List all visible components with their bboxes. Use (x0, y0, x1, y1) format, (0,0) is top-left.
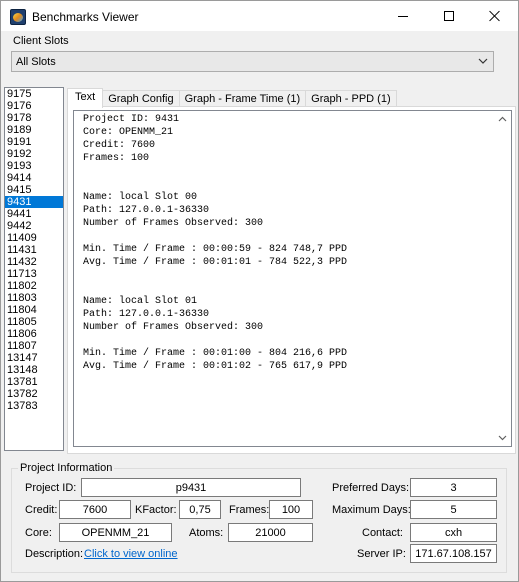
project-list-item[interactable]: 9442 (5, 220, 63, 232)
kfactor-label: KFactor: (135, 504, 177, 516)
project-list-item[interactable]: 9431 (5, 196, 63, 208)
close-icon (489, 10, 501, 22)
project-list-item[interactable]: 11431 (5, 244, 63, 256)
minimize-icon (398, 15, 408, 17)
report-line (83, 230, 347, 243)
report-line: Name: local Slot 00 (83, 192, 198, 203)
contact-field[interactable]: cxh (410, 523, 497, 542)
maximum-days-label: Maximum Days: (332, 504, 411, 516)
server-ip-label: Server IP: (357, 548, 406, 560)
project-list-item[interactable]: 11805 (5, 316, 63, 328)
project-list-item[interactable]: 9191 (5, 136, 63, 148)
benchmark-text-output[interactable]: Project ID: 9431 Core: OPENMM_21 Credit: 7… (73, 110, 512, 447)
project-list-item[interactable]: 9415 (5, 184, 63, 196)
core-label: Core: (25, 527, 52, 539)
project-list-item[interactable]: 11803 (5, 292, 63, 304)
project-id-field[interactable]: p9431 (81, 478, 301, 497)
view-tabs: Text Graph Config Graph - Frame Time (1)… (67, 88, 397, 108)
project-list-item[interactable]: 13781 (5, 376, 63, 388)
scroll-down-icon[interactable] (498, 433, 507, 442)
benchmarks-viewer-window: Benchmarks Viewer Client Slots All Slots… (0, 0, 519, 582)
project-list-item[interactable]: 11713 (5, 268, 63, 280)
project-list[interactable]: 9175 9176 9178 9189 9191 9192 9193 9414 9415 9431… (4, 87, 64, 451)
preferred-days-label: Preferred Days: (332, 482, 410, 494)
report-line: Number of Frames Observed: 300 (83, 218, 264, 229)
scroll-up-icon[interactable] (498, 115, 507, 124)
report-line: Min. Time / Frame : 00:00:59 - 824 748,7… (83, 244, 348, 255)
project-list-item[interactable]: 9192 (5, 148, 63, 160)
report-line: Path: 127.0.0.1-36330 (83, 205, 210, 216)
tab-text[interactable]: Text (67, 88, 104, 108)
project-list-item[interactable]: 11806 (5, 328, 63, 340)
atoms-field[interactable]: 21000 (228, 523, 313, 542)
project-list-item[interactable]: 9193 (5, 160, 63, 172)
report-line (83, 334, 347, 347)
client-slots-dropdown[interactable]: All Slots (11, 51, 494, 72)
maximum-days-field[interactable]: 5 (410, 500, 497, 519)
kfactor-field[interactable]: 0,75 (179, 500, 221, 519)
description-link[interactable]: Click to view online (84, 548, 178, 560)
benchmark-text: Project ID: 9431 Core: OPENMM_21 Credit: 7… (83, 113, 347, 373)
credit-field[interactable]: 7600 (59, 500, 131, 519)
project-list-item[interactable]: 9175 (5, 88, 63, 100)
report-line (83, 165, 347, 178)
project-list-item[interactable]: 9178 (5, 112, 63, 124)
project-list-item[interactable]: 9189 (5, 124, 63, 136)
contact-label: Contact: (362, 527, 403, 539)
client-slots-label: Client Slots (13, 35, 69, 47)
core-field[interactable]: OPENMM_21 (59, 523, 172, 542)
report-line (83, 178, 347, 191)
report-line (83, 282, 347, 295)
project-list-item[interactable]: 13147 (5, 352, 63, 364)
project-list-item[interactable]: 13148 (5, 364, 63, 376)
report-line: Number of Frames Observed: 300 (83, 322, 264, 333)
app-icon (10, 9, 26, 25)
project-list-item[interactable]: 11802 (5, 280, 63, 292)
credit-label: Credit: (25, 504, 58, 516)
frames-field[interactable]: 100 (269, 500, 313, 519)
report-line (83, 269, 347, 282)
vertical-scrollbar[interactable] (494, 111, 511, 446)
preferred-days-field[interactable]: 3 (410, 478, 497, 497)
client-slots-selected: All Slots (16, 55, 56, 68)
project-list-item[interactable]: 11804 (5, 304, 63, 316)
project-list-item[interactable]: 9441 (5, 208, 63, 220)
project-list-item[interactable]: 11807 (5, 340, 63, 352)
report-line: Credit: 7600 (83, 140, 156, 151)
window-title: Benchmarks Viewer (32, 10, 139, 24)
maximize-icon (444, 11, 454, 21)
report-line: Core: OPENMM_21 (83, 127, 174, 138)
server-ip-field[interactable]: 171.67.108.157 (410, 544, 497, 563)
project-list-item[interactable]: 9414 (5, 172, 63, 184)
report-line: Path: 127.0.0.1-36330 (83, 309, 210, 320)
report-line: Avg. Time / Frame : 00:01:02 - 765 617,9… (83, 361, 348, 372)
project-list-item[interactable]: 11432 (5, 256, 63, 268)
title-bar[interactable]: Benchmarks Viewer (1, 1, 518, 31)
project-list-item[interactable]: 11409 (5, 232, 63, 244)
chevron-down-icon (478, 58, 488, 64)
report-line: Avg. Time / Frame : 00:01:01 - 784 522,3… (83, 257, 348, 268)
report-line: Project ID: 9431 (83, 114, 180, 125)
close-button[interactable] (472, 1, 518, 31)
project-information-label: Project Information (18, 462, 115, 474)
project-list-item[interactable]: 13782 (5, 388, 63, 400)
project-list-item[interactable]: 9176 (5, 100, 63, 112)
project-list-item[interactable]: 13783 (5, 400, 63, 412)
minimize-button[interactable] (380, 1, 426, 31)
maximize-button[interactable] (426, 1, 472, 31)
report-line: Frames: 100 (83, 153, 150, 164)
description-label: Description: (25, 548, 84, 560)
report-line: Name: local Slot 01 (83, 296, 198, 307)
atoms-label: Atoms: (189, 527, 224, 539)
project-id-label: Project ID: (25, 482, 77, 494)
frames-label: Frames: (229, 504, 270, 516)
report-line: Min. Time / Frame : 00:01:00 - 804 216,6… (83, 348, 348, 359)
